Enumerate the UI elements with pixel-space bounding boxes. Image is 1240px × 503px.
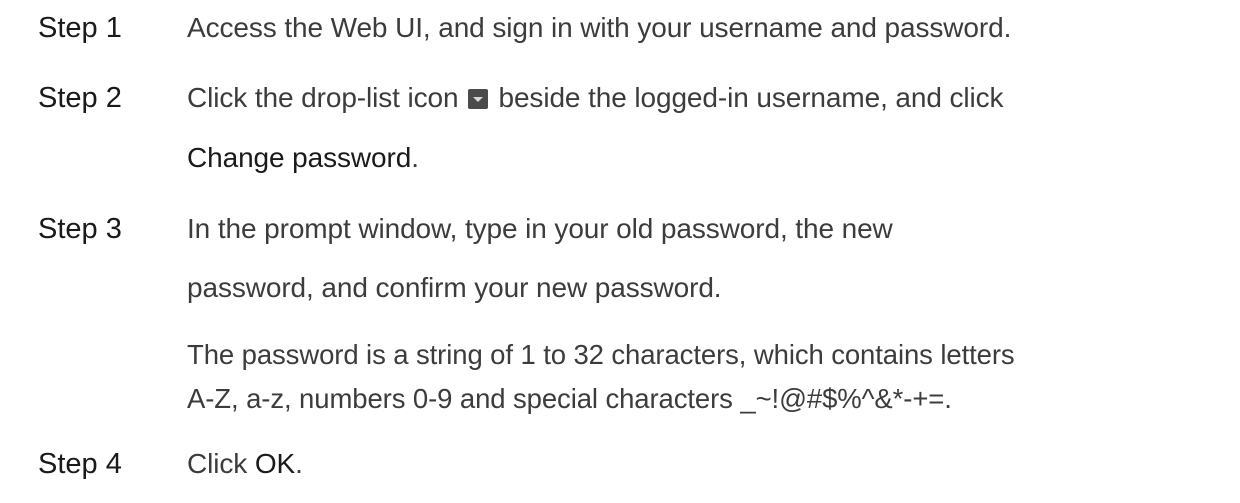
step-1-label: Step 1: [38, 12, 122, 44]
drop-list-icon: [468, 89, 489, 109]
step-2-line-2: Change password.: [187, 142, 419, 174]
step-2-line-1: Click the drop-list icon beside the logge…: [187, 82, 1004, 114]
change-password-emphasis: Change password: [187, 142, 412, 173]
step-3-note-line-2: A-Z, a-z, numbers 0-9 and special charac…: [187, 383, 952, 414]
step-3-label: Step 3: [38, 213, 122, 245]
step-3-line-2: password, and confirm your new password.: [187, 272, 722, 303]
ok-emphasis: OK: [254, 448, 296, 479]
step-3-line-1: In the prompt window, type in your old p…: [187, 213, 893, 244]
step-2-label: Step 2: [38, 82, 122, 114]
step-2-suffix: .: [411, 142, 419, 173]
step-4-label: Step 4: [38, 448, 122, 480]
step-4-text: Click OK.: [187, 448, 303, 480]
step-2-text-after-icon: beside the logged-in username, and click: [498, 82, 1004, 113]
step-1-text: Access the Web UI, and sign in with your…: [187, 12, 1012, 43]
step-4-suffix: .: [295, 448, 303, 479]
step-2-text-before-icon: Click the drop-list icon: [187, 82, 459, 113]
step-4-text-before: Click: [187, 448, 248, 479]
step-3-note-line-1: The password is a string of 1 to 32 char…: [187, 339, 1015, 370]
